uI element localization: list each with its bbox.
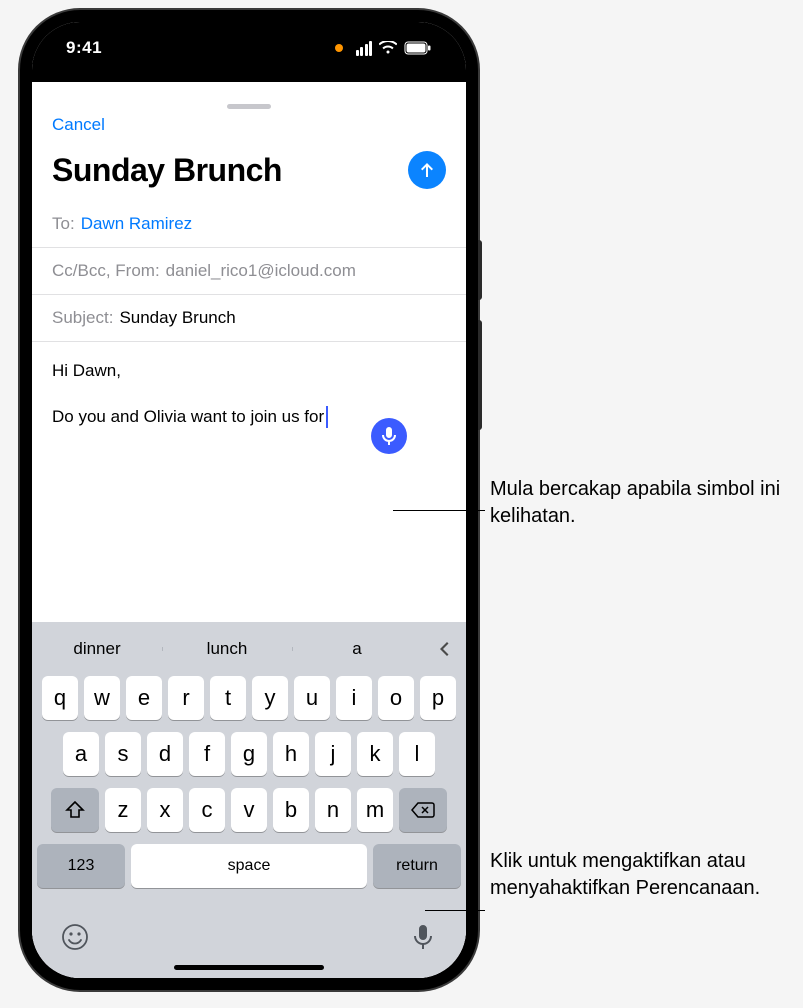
numbers-key[interactable]: 123 bbox=[37, 844, 125, 888]
microphone-icon bbox=[412, 923, 434, 951]
key-q[interactable]: q bbox=[42, 676, 78, 720]
key-e[interactable]: e bbox=[126, 676, 162, 720]
keyboard: dinner lunch a q w e r t y u bbox=[32, 622, 466, 978]
callout-leader bbox=[425, 910, 485, 911]
send-button[interactable] bbox=[408, 151, 446, 189]
key-l[interactable]: l bbox=[399, 732, 435, 776]
key-r[interactable]: r bbox=[168, 676, 204, 720]
key-row-3: z x c v b n m bbox=[37, 788, 461, 832]
key-u[interactable]: u bbox=[294, 676, 330, 720]
key-row-4: 123 space return bbox=[37, 844, 461, 890]
chevron-left-icon bbox=[437, 639, 451, 659]
prediction-3[interactable]: a bbox=[292, 639, 422, 659]
key-k[interactable]: k bbox=[357, 732, 393, 776]
phone-frame: 9:41 Cancel Sunday Brunch bbox=[20, 10, 478, 990]
key-p[interactable]: p bbox=[420, 676, 456, 720]
side-button bbox=[478, 320, 482, 430]
shift-icon bbox=[65, 801, 85, 819]
key-n[interactable]: n bbox=[315, 788, 351, 832]
microphone-icon bbox=[381, 426, 397, 446]
key-o[interactable]: o bbox=[378, 676, 414, 720]
dynamic-island bbox=[189, 36, 309, 70]
key-w[interactable]: w bbox=[84, 676, 120, 720]
dictation-indicator[interactable] bbox=[371, 418, 407, 454]
status-icons bbox=[335, 41, 433, 56]
to-field[interactable]: To: Dawn Ramirez bbox=[32, 201, 466, 248]
prediction-2[interactable]: lunch bbox=[162, 639, 292, 659]
email-body[interactable]: Hi Dawn, Do you and Olivia want to join … bbox=[32, 342, 466, 445]
backspace-key[interactable] bbox=[399, 788, 447, 832]
dictation-button[interactable] bbox=[408, 922, 438, 952]
key-m[interactable]: m bbox=[357, 788, 393, 832]
key-b[interactable]: b bbox=[273, 788, 309, 832]
prediction-bar: dinner lunch a bbox=[32, 626, 466, 672]
key-x[interactable]: x bbox=[147, 788, 183, 832]
key-i[interactable]: i bbox=[336, 676, 372, 720]
key-h[interactable]: h bbox=[273, 732, 309, 776]
key-row-1: q w e r t y u i o p bbox=[37, 676, 461, 720]
compose-sheet: Cancel Sunday Brunch To: Dawn Ramirez Cc… bbox=[32, 96, 466, 978]
key-v[interactable]: v bbox=[231, 788, 267, 832]
backspace-icon bbox=[411, 801, 435, 819]
emoji-icon bbox=[61, 923, 89, 951]
callout-dictation-indicator: Mula bercakap apabila simbol ini kelihat… bbox=[490, 476, 790, 530]
key-c[interactable]: c bbox=[189, 788, 225, 832]
key-a[interactable]: a bbox=[63, 732, 99, 776]
prediction-1[interactable]: dinner bbox=[32, 639, 162, 659]
subject-field[interactable]: Subject: Sunday Brunch bbox=[32, 295, 466, 342]
key-row-2: a s d f g h j k l bbox=[37, 732, 461, 776]
home-indicator[interactable] bbox=[174, 965, 324, 970]
cancel-button[interactable]: Cancel bbox=[52, 115, 105, 134]
arrow-up-icon bbox=[417, 160, 437, 180]
subject-value: Sunday Brunch bbox=[119, 308, 235, 328]
to-recipient[interactable]: Dawn Ramirez bbox=[81, 214, 192, 234]
key-g[interactable]: g bbox=[231, 732, 267, 776]
battery-icon bbox=[404, 41, 432, 55]
prediction-collapse-button[interactable] bbox=[422, 639, 466, 659]
wifi-icon bbox=[379, 41, 397, 55]
subject-label: Subject: bbox=[52, 308, 113, 328]
to-label: To: bbox=[52, 214, 75, 234]
emoji-button[interactable] bbox=[60, 922, 90, 952]
side-button bbox=[478, 240, 482, 300]
ccbcc-field[interactable]: Cc/Bcc, From: daniel_rico1@icloud.com bbox=[32, 248, 466, 295]
key-y[interactable]: y bbox=[252, 676, 288, 720]
body-greeting: Hi Dawn, bbox=[52, 358, 446, 384]
status-time: 9:41 bbox=[66, 38, 102, 58]
key-t[interactable]: t bbox=[210, 676, 246, 720]
key-s[interactable]: s bbox=[105, 732, 141, 776]
key-d[interactable]: d bbox=[147, 732, 183, 776]
return-key[interactable]: return bbox=[373, 844, 461, 888]
callout-leader bbox=[393, 510, 485, 511]
shift-key[interactable] bbox=[51, 788, 99, 832]
space-key[interactable]: space bbox=[131, 844, 367, 888]
cellular-icon bbox=[356, 41, 373, 56]
key-z[interactable]: z bbox=[105, 788, 141, 832]
callout-dictation-button: Klik untuk mengaktifkan atau menyahaktif… bbox=[490, 848, 790, 902]
body-text: Do you and Olivia want to join us for bbox=[52, 407, 324, 426]
key-j[interactable]: j bbox=[315, 732, 351, 776]
ccbcc-label: Cc/Bcc, From: bbox=[52, 261, 160, 281]
key-f[interactable]: f bbox=[189, 732, 225, 776]
from-value: daniel_rico1@icloud.com bbox=[166, 261, 356, 281]
text-cursor bbox=[326, 406, 328, 428]
screen: 9:41 Cancel Sunday Brunch bbox=[32, 22, 466, 978]
recording-indicator-icon bbox=[335, 44, 343, 52]
page-title: Sunday Brunch bbox=[52, 152, 282, 189]
